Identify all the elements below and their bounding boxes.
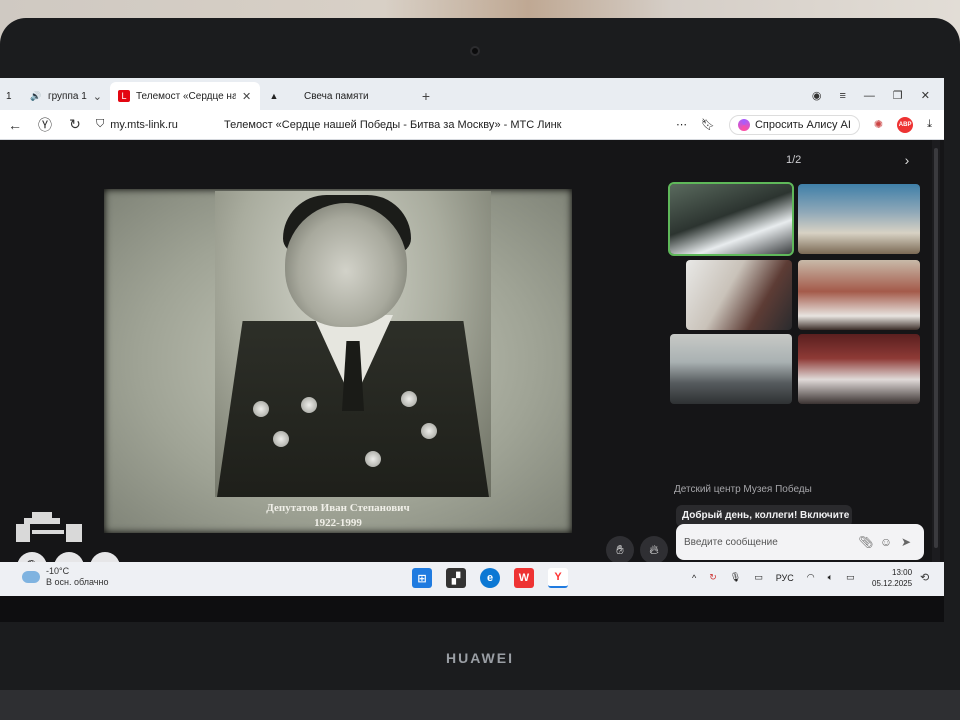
webcam	[470, 46, 480, 56]
chat-sender: Детский центр Музея Победы	[674, 484, 812, 495]
meeting-app: 1/2 › Депутатов Иван Степанович 1922-199…	[0, 140, 944, 582]
page-scrollbar[interactable]	[932, 140, 940, 562]
medal	[401, 391, 417, 407]
reaction-button[interactable]: 🔥︎	[640, 536, 668, 564]
windows-taskbar: -10°C В осн. облачно ⊞ ▞ e W Y ^ ↻ 🎙︎ ▭ …	[0, 562, 944, 596]
medal	[253, 401, 269, 417]
task-view-icon[interactable]: ▞	[446, 568, 466, 588]
cloud-icon	[22, 571, 40, 583]
ask-alisa-button[interactable]: Спросить Алису AI	[728, 114, 860, 135]
face	[285, 203, 407, 327]
window-controls: ◉ ≡ — ❐ ✕	[798, 89, 944, 110]
volume-icon[interactable]: 🔈︎	[828, 572, 833, 583]
notification-icon[interactable]: ⟲	[920, 571, 929, 584]
tab-count[interactable]: 1	[0, 82, 22, 110]
browser-tab-bar: 1 🔊 группа 1 ⌄ L Телемост «Сердце нашей …	[0, 78, 944, 110]
minimize-icon[interactable]: —	[864, 90, 875, 102]
weather-temp: -10°C	[46, 566, 70, 576]
tab-label: группа 1	[47, 90, 87, 102]
edge-icon[interactable]: e	[480, 568, 500, 588]
back-icon[interactable]: ←	[0, 117, 30, 133]
reload-icon[interactable]: ↻	[60, 116, 90, 133]
mic-tray-icon[interactable]: 🎙︎	[730, 572, 741, 583]
battery-icon[interactable]: ▭	[846, 572, 855, 583]
chevron-up-icon[interactable]: ^	[692, 573, 696, 583]
slide-caption: Депутатов Иван Степанович 1922-1999	[104, 501, 572, 531]
new-tab-button[interactable]: +	[416, 86, 436, 106]
clock[interactable]: 13:00 05.12.2025	[872, 567, 912, 589]
address-actions: ⋯ 🔖︎ Спросить Алису AI ✺ ABP ⤓	[676, 114, 944, 135]
raise-hand-button[interactable]: ✋︎	[606, 536, 634, 564]
clock-time: 13:00	[892, 568, 913, 577]
chevron-down-icon[interactable]: ⌄	[93, 90, 102, 103]
restore-icon[interactable]: ❐	[893, 89, 903, 102]
display-icon[interactable]: ▭	[754, 572, 763, 583]
close-icon[interactable]: ✕	[242, 90, 251, 103]
clock-date: 05.12.2025	[872, 579, 913, 588]
download-icon[interactable]: ⤓	[927, 118, 932, 131]
close-window-icon[interactable]: ✕	[921, 89, 930, 102]
weather-widget[interactable]: -10°C В осн. облачно	[22, 566, 108, 588]
medal	[273, 431, 289, 447]
ask-alisa-label: Спросить Алису AI	[754, 118, 851, 131]
app-logo	[16, 512, 84, 542]
tab-label: Телемост «Сердце нашей Победы - Битва за…	[136, 90, 236, 102]
medal	[301, 397, 317, 413]
participant-video[interactable]	[686, 260, 792, 330]
participant-video[interactable]	[798, 260, 920, 330]
tab-label: Свеча памяти	[304, 90, 369, 102]
url-field[interactable]: ⛉ my.mts-link.ru	[96, 118, 216, 131]
wps-icon[interactable]: W	[514, 568, 534, 588]
participant-video[interactable]	[668, 182, 794, 256]
taskbar-apps: ⊞ ▞ e W Y	[412, 568, 568, 588]
participant-video[interactable]	[670, 334, 792, 404]
more-icon[interactable]: ⋯	[676, 118, 687, 131]
caption-years: 1922-1999	[314, 517, 362, 529]
tab-group-1[interactable]: 🔊 группа 1 ⌄	[22, 82, 110, 110]
screen-bottom	[0, 596, 944, 622]
laptop-base	[0, 690, 960, 720]
participant-video[interactable]	[798, 184, 920, 254]
fire-icon: 🔥︎	[649, 542, 659, 557]
extension-icon[interactable]: ✺	[874, 118, 883, 131]
shield-icon: ⛉	[96, 118, 105, 130]
medal	[421, 423, 437, 439]
speaker-icon: 🔊	[30, 90, 42, 101]
weather-desc: В осн. облачно	[46, 577, 109, 587]
chat-input[interactable]: Введите сообщение 📎︎ ☺ ➤	[676, 524, 924, 560]
laptop-screen: 1 🔊 группа 1 ⌄ L Телемост «Сердце нашей …	[0, 78, 944, 622]
emoji-icon[interactable]: ☺	[876, 535, 896, 549]
sync-icon[interactable]: ↻	[709, 572, 717, 583]
menu-icon[interactable]: ≡	[839, 90, 845, 102]
start-icon[interactable]: ⊞	[412, 568, 432, 588]
medal	[365, 451, 381, 467]
tab-svecha[interactable]: ▲ Свеча памяти	[260, 82, 410, 110]
wifi-icon[interactable]: ◠	[807, 572, 815, 583]
attach-icon[interactable]: 📎︎	[856, 535, 876, 549]
page-indicator: 1/2	[786, 154, 802, 166]
portrait-photo	[215, 191, 491, 497]
device-brand: HUAWEI	[446, 650, 514, 666]
next-page-button[interactable]: ›	[895, 148, 919, 172]
yandex-browser-icon[interactable]: Y	[548, 568, 568, 588]
alisa-icon	[737, 118, 750, 131]
page-title: Телемост «Сердце нашей Победы - Битва за…	[224, 118, 562, 131]
mts-link-icon: L	[118, 90, 130, 102]
hand-icon: ✋︎	[616, 542, 624, 557]
warning-triangle-icon: ▲	[269, 91, 279, 101]
presentation-slide: Депутатов Иван Степанович 1922-1999	[104, 189, 572, 533]
address-bar: ← Ⓨ ↻ ⛉ my.mts-link.ru Телемост «Сердце …	[0, 110, 944, 140]
caption-name: Депутатов Иван Степанович	[266, 502, 410, 514]
tab-telemost[interactable]: L Телемост «Сердце нашей Победы - Битва …	[110, 82, 260, 110]
system-tray: ^ ↻ 🎙︎ ▭ РУС ◠ 🔈︎ ▭	[692, 572, 855, 583]
profile-icon[interactable]: ◉	[812, 89, 822, 102]
bookmark-icon[interactable]: 🔖︎	[701, 118, 715, 131]
url-text: my.mts-link.ru	[110, 118, 178, 131]
send-icon[interactable]: ➤	[896, 535, 916, 549]
language-indicator[interactable]: РУС	[776, 573, 794, 583]
yandex-icon[interactable]: Ⓨ	[30, 115, 60, 135]
chat-input-placeholder: Введите сообщение	[684, 536, 778, 548]
adblock-icon[interactable]: ABP	[897, 116, 914, 133]
participant-video[interactable]	[798, 334, 920, 404]
